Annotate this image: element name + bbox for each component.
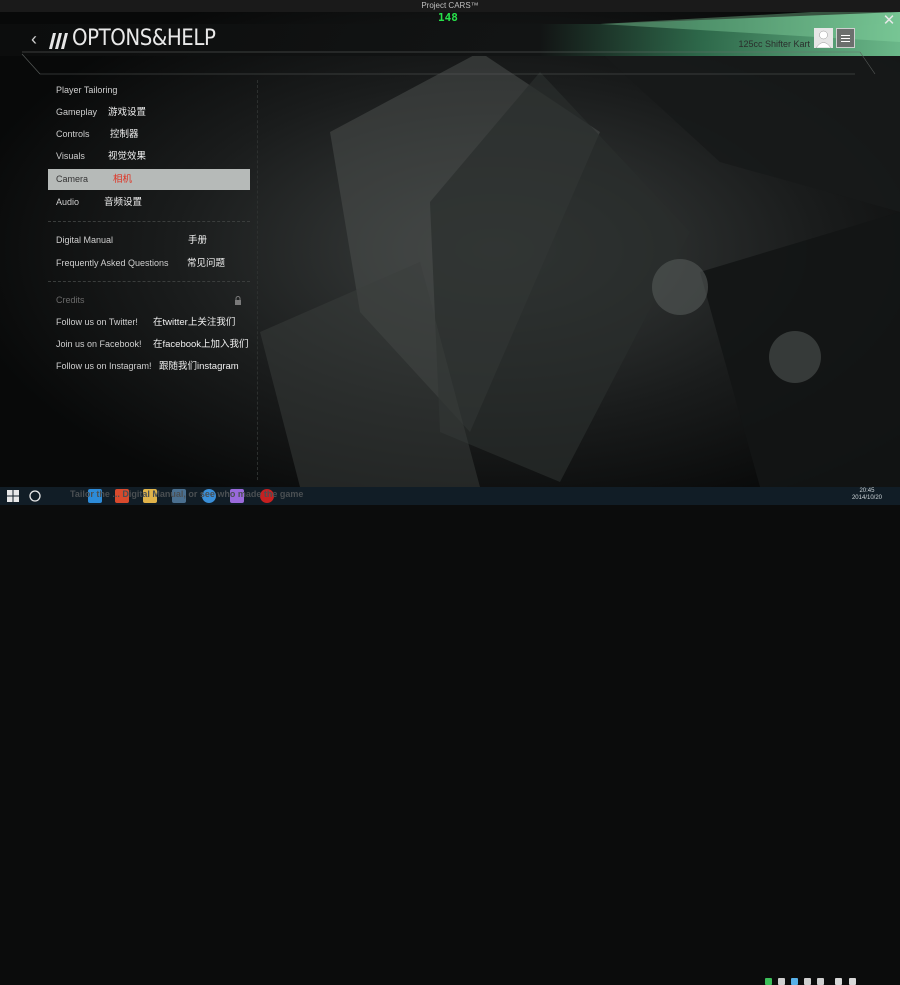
fps-counter: 148 bbox=[438, 11, 458, 24]
clock-date: 2014/10/20 bbox=[851, 495, 882, 501]
windows-start-icon[interactable] bbox=[6, 489, 20, 503]
tray-icon[interactable] bbox=[791, 978, 798, 985]
menu-item-facebook[interactable]: Join us on Facebook! 在facebook上加入我们 bbox=[48, 334, 250, 355]
network-icon[interactable] bbox=[804, 978, 811, 985]
clock-time: 20:45 bbox=[859, 488, 875, 494]
menu-divider bbox=[48, 281, 250, 282]
vehicle-label: 125cc Shifter Kart bbox=[738, 39, 810, 49]
close-icon[interactable]: ✕ bbox=[882, 13, 896, 29]
menu-item-gameplay[interactable]: Gameplay 游戏设置 bbox=[48, 102, 250, 123]
menu-item-twitter[interactable]: Follow us on Twitter! 在twitter上关注我们 bbox=[48, 312, 250, 333]
menu-divider bbox=[48, 221, 250, 222]
user-icon bbox=[815, 30, 832, 49]
tray-icon[interactable] bbox=[765, 978, 772, 985]
panel-divider bbox=[257, 80, 258, 480]
volume-icon[interactable] bbox=[817, 978, 824, 985]
page-title: OPTONS&HELP bbox=[72, 26, 216, 51]
avatar[interactable] bbox=[814, 28, 833, 49]
menu-item-instagram[interactable]: Follow us on Instagram! 跟随我们instagram bbox=[48, 356, 250, 377]
search-icon[interactable] bbox=[28, 489, 42, 503]
tray-icon[interactable] bbox=[778, 978, 785, 985]
menu-item-audio[interactable]: Audio 音频设置 bbox=[48, 192, 250, 213]
help-status-text: Tailor the ... Digital Manual, or see wh… bbox=[70, 489, 304, 499]
tray-icon[interactable] bbox=[835, 978, 842, 985]
menu-item-player-tailoring[interactable]: Player Tailoring bbox=[48, 80, 250, 101]
menu-item-camera[interactable]: Camera 相机 bbox=[48, 169, 250, 190]
menu-item-controls[interactable]: Controls 控制器 bbox=[48, 124, 250, 145]
project-cars-logo-icon bbox=[49, 33, 68, 49]
menu-item-faq[interactable]: Frequently Asked Questions 常见问题 bbox=[48, 253, 250, 274]
taskbar-clock[interactable]: 20:45 2014/10/20 bbox=[852, 488, 882, 502]
menu-item-credits[interactable]: Credits bbox=[48, 290, 250, 311]
lock-icon bbox=[235, 296, 241, 305]
menu-item-visuals[interactable]: Visuals 视觉效果 bbox=[48, 146, 250, 167]
window-title: Project CARS™ bbox=[421, 1, 479, 10]
back-chevron-icon[interactable]: ‹ bbox=[31, 29, 43, 49]
hamburger-menu-icon[interactable] bbox=[836, 28, 855, 48]
menu-item-digital-manual[interactable]: Digital Manual 手册 bbox=[48, 230, 250, 251]
options-menu: Player Tailoring Gameplay 游戏设置 Controls … bbox=[48, 80, 250, 480]
keyboard-icon[interactable] bbox=[849, 978, 856, 985]
